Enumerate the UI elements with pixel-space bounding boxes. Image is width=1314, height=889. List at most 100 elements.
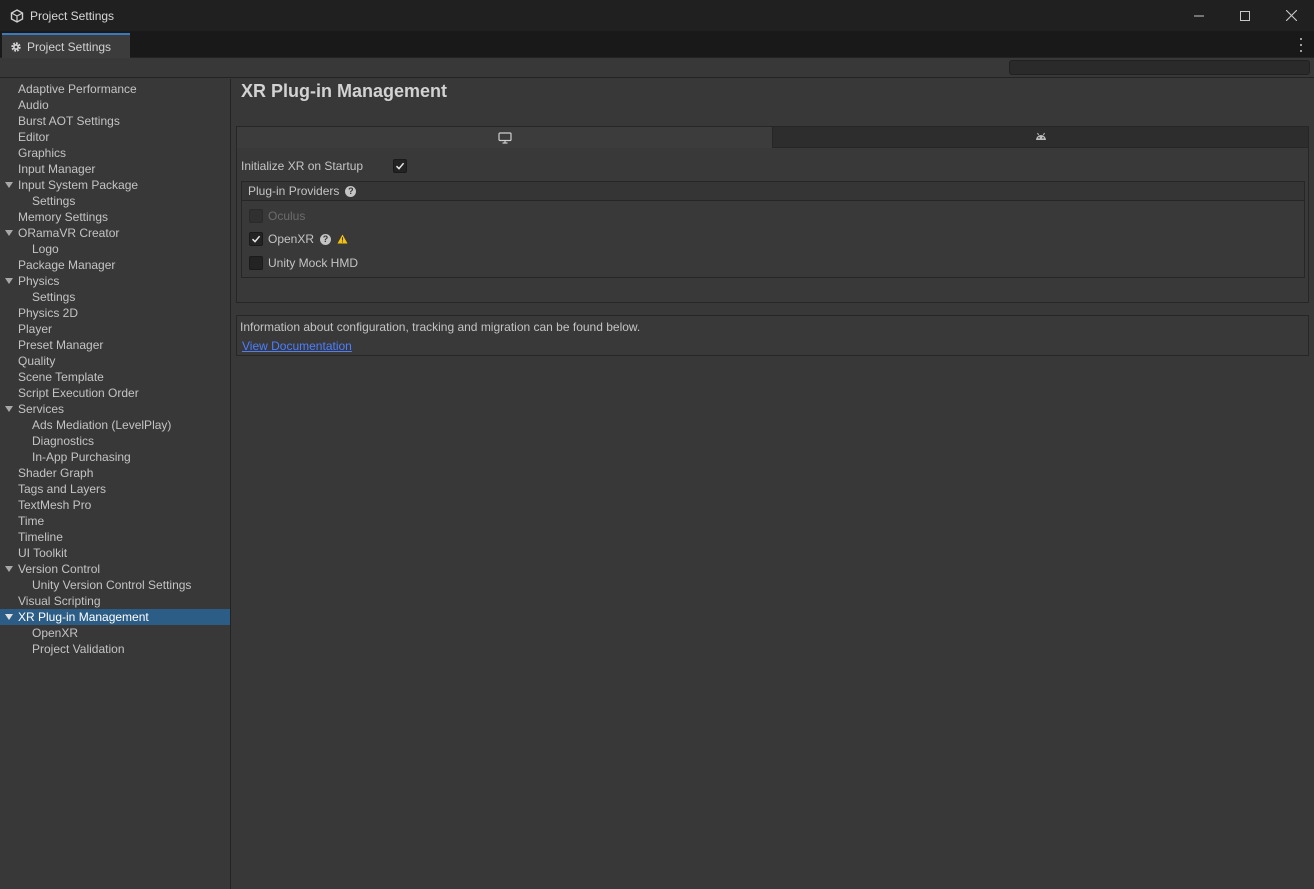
platform-settings-panel: Initialize XR on Startup Plug-in Provide… (236, 126, 1309, 303)
sidebar-item-label: Editor (18, 130, 50, 144)
tab-label: Project Settings (27, 39, 112, 54)
warning-icon[interactable] (337, 234, 348, 244)
sidebar-item-label: UI Toolkit (18, 546, 68, 560)
expand-arrow-icon[interactable] (5, 278, 13, 284)
close-window-button[interactable] (1268, 0, 1314, 31)
sidebar-item-label: Player (18, 322, 53, 336)
sidebar-item-label: Shader Graph (18, 466, 94, 480)
sidebar-item[interactable]: Timeline (0, 529, 230, 545)
sidebar-item[interactable]: Physics 2D (0, 305, 230, 321)
minimize-button[interactable] (1176, 0, 1222, 31)
sidebar-item[interactable]: Settings (0, 289, 230, 305)
view-documentation-link[interactable]: View Documentation (242, 339, 352, 353)
sidebar-item[interactable]: Ads Mediation (LevelPlay) (0, 417, 230, 433)
provider-label: Unity Mock HMD (268, 256, 359, 270)
provider-openxr: OpenXR ? (249, 231, 348, 247)
tab-android[interactable] (773, 127, 1308, 148)
sidebar-item[interactable]: Unity Version Control Settings (0, 577, 230, 593)
expand-arrow-icon[interactable] (5, 182, 13, 188)
main-content: XR Plug-in Management Initialize XR on S… (232, 79, 1314, 889)
sidebar-item-label: Burst AOT Settings (18, 114, 120, 128)
window-title: Project Settings (30, 8, 115, 23)
sidebar-item[interactable]: Burst AOT Settings (0, 113, 230, 129)
sidebar-item[interactable]: Adaptive Performance (0, 81, 230, 97)
sidebar-item[interactable]: Preset Manager (0, 337, 230, 353)
initialize-xr-checkbox[interactable] (393, 159, 407, 173)
sidebar-item[interactable]: TextMesh Pro (0, 497, 230, 513)
sidebar-item-label: Physics (18, 274, 60, 288)
search-bar (0, 58, 1314, 78)
sidebar-item-label: XR Plug-in Management (18, 610, 149, 624)
sidebar-item-label: Project Validation (32, 642, 125, 656)
sidebar-item[interactable]: Logo (0, 241, 230, 257)
sidebar-item-label: Script Execution Order (18, 386, 139, 400)
unity-mock-hmd-checkbox[interactable] (249, 256, 263, 270)
sidebar-item[interactable]: Script Execution Order (0, 385, 230, 401)
settings-sidebar: Adaptive Performance Audio Burst AOT Setti… (0, 79, 231, 889)
help-icon[interactable]: ? (320, 233, 332, 245)
sidebar-item-label: Time (18, 514, 45, 528)
provider-oculus: Oculus (249, 208, 305, 224)
help-icon[interactable]: ? (345, 185, 357, 197)
page-title: XR Plug-in Management (241, 81, 448, 101)
sidebar-item[interactable]: Graphics (0, 145, 230, 161)
provider-label: OpenXR (268, 232, 315, 246)
sidebar-item-label: Services (18, 402, 65, 416)
tab-desktop[interactable] (237, 127, 773, 148)
checkmark-icon (395, 162, 405, 170)
expand-arrow-icon[interactable] (5, 406, 13, 412)
sidebar-item[interactable]: Input Manager (0, 161, 230, 177)
sidebar-item[interactable]: Tags and Layers (0, 481, 230, 497)
sidebar-item[interactable]: Shader Graph (0, 465, 230, 481)
expand-arrow-icon[interactable] (5, 614, 13, 620)
expand-arrow-icon[interactable] (5, 230, 13, 236)
tab-project-settings[interactable]: Project Settings (2, 33, 130, 58)
window-titlebar: Project Settings (0, 0, 1314, 31)
sidebar-item[interactable]: Player (0, 321, 230, 337)
minimize-icon (1194, 15, 1204, 16)
sidebar-item-label: Settings (32, 194, 76, 208)
sidebar-item[interactable]: Physics (0, 273, 230, 289)
sidebar-item-label: Adaptive Performance (18, 82, 137, 96)
sidebar-item[interactable]: Time (0, 513, 230, 529)
search-input[interactable] (1009, 60, 1310, 75)
plugin-providers-box: Plug-in Providers ? Oculus OpenXR ? Unit… (241, 181, 1305, 278)
gear-icon (10, 41, 22, 53)
sidebar-item[interactable]: Input System Package (0, 177, 230, 193)
sidebar-item[interactable]: Visual Scripting (0, 593, 230, 609)
window-controls (1176, 0, 1314, 31)
openxr-checkbox[interactable] (249, 232, 263, 246)
sidebar-item-label: Visual Scripting (18, 594, 101, 608)
sidebar-item-label: Preset Manager (18, 338, 104, 352)
sidebar-item[interactable]: Audio (0, 97, 230, 113)
sidebar-item-label: Unity Version Control Settings (32, 578, 192, 592)
sidebar-item[interactable]: Quality (0, 353, 230, 369)
platform-tabs (237, 127, 1308, 148)
sidebar-item[interactable]: UI Toolkit (0, 545, 230, 561)
sidebar-item[interactable]: Memory Settings (0, 209, 230, 225)
maximize-icon (1240, 10, 1250, 21)
sidebar-item[interactable]: Scene Template (0, 369, 230, 385)
sidebar-item[interactable]: Version Control (0, 561, 230, 577)
expand-arrow-icon[interactable] (5, 566, 13, 572)
sidebar-item[interactable]: OpenXR (0, 625, 230, 641)
sidebar-item[interactable]: Settings (0, 193, 230, 209)
sidebar-item[interactable]: Editor (0, 129, 230, 145)
android-icon (1035, 132, 1046, 140)
sidebar-item[interactable]: ORamaVR Creator (0, 225, 230, 241)
sidebar-item[interactable]: In-App Purchasing (0, 449, 230, 465)
sidebar-item-label: Scene Template (18, 370, 104, 384)
sidebar-item-label: Input System Package (18, 178, 139, 192)
more-options-button[interactable] (1296, 38, 1306, 52)
sidebar-item[interactable]: XR Plug-in Management (0, 609, 230, 625)
sidebar-item-label: Ads Mediation (LevelPlay) (32, 418, 172, 432)
provider-label: Oculus (268, 209, 306, 223)
maximize-button[interactable] (1222, 0, 1268, 31)
info-box: Information about configuration, trackin… (236, 315, 1309, 356)
sidebar-item[interactable]: Project Validation (0, 641, 230, 657)
sidebar-item[interactable]: Diagnostics (0, 433, 230, 449)
tab-strip: Project Settings (0, 31, 1314, 58)
close-icon (1285, 10, 1297, 21)
sidebar-item[interactable]: Package Manager (0, 257, 230, 273)
sidebar-item[interactable]: Services (0, 401, 230, 417)
